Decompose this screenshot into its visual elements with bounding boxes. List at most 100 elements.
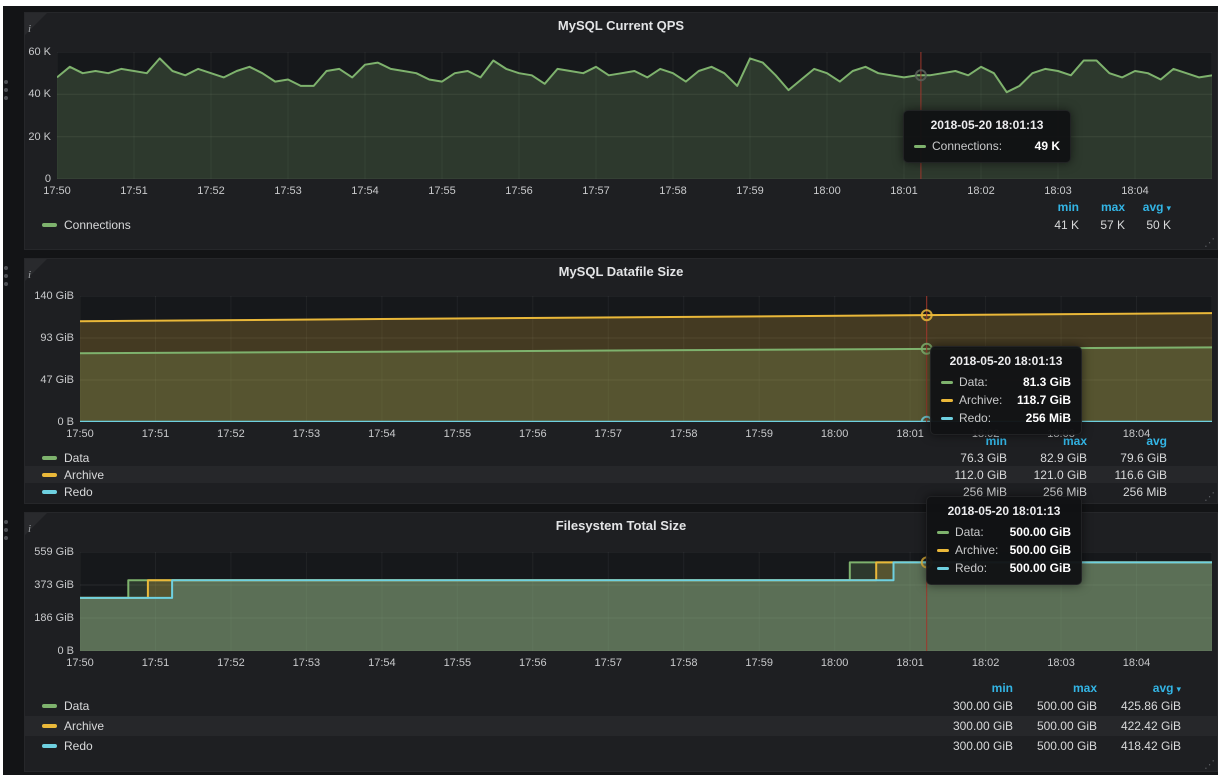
x-axis-tick-label: 17:57 xyxy=(571,184,621,198)
tooltip-series-value: 500.00 GiB xyxy=(1000,543,1071,557)
y-axis-tick-label: 186 GiB xyxy=(28,611,74,625)
x-axis-tick-label: 18:04 xyxy=(1112,427,1162,441)
legend-stat-value: 500.00 GiB xyxy=(1013,719,1097,733)
legend-series-name[interactable]: Redo xyxy=(64,485,93,499)
x-axis-tick-label: 17:52 xyxy=(186,184,236,198)
legend-series-name[interactable]: Connections xyxy=(64,218,131,232)
x-axis-tick-label: 17:59 xyxy=(734,656,784,670)
legend-stat-value: 500.00 GiB xyxy=(1013,699,1097,713)
tooltip-series-name: Archive: xyxy=(959,393,1002,407)
row-drag-handle[interactable] xyxy=(4,266,8,270)
row-drag-handle[interactable] xyxy=(4,520,8,524)
panel-title[interactable]: MySQL Datafile Size xyxy=(25,264,1217,279)
tooltip-series-name: Redo: xyxy=(955,561,987,575)
tooltip-series-color-dash xyxy=(914,145,926,148)
panel-title[interactable]: MySQL Current QPS xyxy=(25,18,1217,33)
legend-series-name[interactable]: Data xyxy=(64,451,89,465)
graph-tooltip: 2018-05-20 18:01:13 Data:500.00 GiBArchi… xyxy=(926,496,1082,585)
legend-series-color-dash[interactable] xyxy=(42,744,57,748)
tooltip-series-row: Data:81.3 GiB xyxy=(941,373,1071,391)
panel-resize-handle[interactable]: ⋰ xyxy=(1204,760,1215,771)
legend-stat-value: 300.00 GiB xyxy=(929,739,1013,753)
legend-sort-avg[interactable]: avg▾ xyxy=(1125,200,1171,214)
tooltip-timestamp: 2018-05-20 18:01:13 xyxy=(941,354,1071,368)
tooltip-rows: Connections:49 K xyxy=(914,137,1060,155)
tooltip-series-color-dash xyxy=(941,381,953,384)
legend-stat-value: 300.00 GiB xyxy=(929,699,1013,713)
legend-stat-value: 79.6 GiB xyxy=(1087,451,1167,465)
legend-sort-avg[interactable]: avg▾ xyxy=(1097,681,1181,695)
legend-series-color-dash[interactable] xyxy=(42,456,57,460)
y-axis-tick-label: 93 GiB xyxy=(28,331,74,345)
legend-series-color-dash[interactable] xyxy=(42,724,57,728)
grafana-dashboard: i MySQL Current QPS minmaxavg▾Connection… xyxy=(3,6,1218,775)
row-drag-handle[interactable] xyxy=(4,80,8,84)
tooltip-timestamp: 2018-05-20 18:01:13 xyxy=(914,118,1060,132)
x-axis-tick-label: 17:59 xyxy=(734,427,784,441)
legend-sort-min[interactable]: min xyxy=(929,681,1013,695)
tooltip-series-name: Connections: xyxy=(932,139,1002,153)
legend-series-color-dash[interactable] xyxy=(42,473,57,477)
legend-sort-max[interactable]: max xyxy=(1013,681,1097,695)
y-axis-tick-label: 60 K xyxy=(5,45,51,59)
tooltip-rows: Data:81.3 GiBArchive:118.7 GiBRedo:256 M… xyxy=(941,373,1071,427)
legend-stat-value: 500.00 GiB xyxy=(1013,739,1097,753)
x-axis-tick-label: 18:04 xyxy=(1112,656,1162,670)
x-axis-tick-label: 17:53 xyxy=(281,656,331,670)
x-axis-tick-label: 18:02 xyxy=(956,184,1006,198)
x-axis-tick-label: 17:53 xyxy=(263,184,313,198)
x-axis-tick-label: 17:52 xyxy=(206,656,256,670)
panel-resize-handle[interactable]: ⋰ xyxy=(1204,492,1215,503)
x-axis-tick-label: 17:51 xyxy=(130,427,180,441)
caret-down-icon: ▾ xyxy=(1166,203,1171,213)
x-axis-tick-label: 18:01 xyxy=(879,184,929,198)
x-axis-tick-label: 17:57 xyxy=(583,656,633,670)
x-axis-tick-label: 17:50 xyxy=(55,656,105,670)
tooltip-series-color-dash xyxy=(941,399,953,402)
y-axis-tick-label: 559 GiB xyxy=(28,545,74,559)
legend-stat-value: 121.0 GiB xyxy=(1007,468,1087,482)
tooltip-series-name: Data: xyxy=(959,375,988,389)
tooltip-series-row: Data:500.00 GiB xyxy=(937,523,1071,541)
y-axis-tick-label: 20 K xyxy=(5,130,51,144)
caret-down-icon: ▾ xyxy=(1176,684,1181,694)
legend-stat-value: 76.3 GiB xyxy=(927,451,1007,465)
x-axis-tick-label: 17:58 xyxy=(648,184,698,198)
legend-series-row: Connections41 K57 K50 K xyxy=(25,215,1217,235)
x-axis-tick-label: 18:01 xyxy=(885,427,935,441)
x-axis-tick-label: 18:01 xyxy=(885,656,935,670)
tooltip-series-value: 500.00 GiB xyxy=(1000,561,1071,575)
legend-series-name[interactable]: Archive xyxy=(64,468,104,482)
legend-series-row: Archive112.0 GiB121.0 GiB116.6 GiB xyxy=(25,466,1217,483)
x-axis-tick-label: 17:54 xyxy=(340,184,390,198)
tooltip-rows: Data:500.00 GiB Archive:500.00 GiB Redo: 50… xyxy=(937,523,1071,577)
tooltip-series-value: 256 MiB xyxy=(1016,411,1071,425)
tooltip-series-row: Redo:256 MiB xyxy=(941,409,1071,427)
legend-stat-value: 116.6 GiB xyxy=(1087,468,1167,482)
tooltip-series-name: Archive: xyxy=(955,543,998,557)
legend-series-name[interactable]: Archive xyxy=(64,719,104,733)
legend-series-color-dash[interactable] xyxy=(42,223,57,227)
tooltip-series-color-dash xyxy=(937,549,949,552)
legend-series-name[interactable]: Data xyxy=(64,699,89,713)
legend-series-color-dash[interactable] xyxy=(42,490,57,494)
x-axis-tick-label: 18:04 xyxy=(1110,184,1160,198)
legend-series-color-dash[interactable] xyxy=(42,704,57,708)
legend-sort-min[interactable]: min xyxy=(1033,200,1079,214)
x-axis-tick-label: 17:55 xyxy=(417,184,467,198)
x-axis-tick-label: 17:58 xyxy=(659,656,709,670)
graph-tooltip: 2018-05-20 18:01:13 Data:81.3 GiBArchive… xyxy=(930,346,1082,435)
x-axis-tick-label: 17:55 xyxy=(432,656,482,670)
legend-stat-value: 418.42 GiB xyxy=(1097,739,1181,753)
tooltip-series-row: Archive:118.7 GiB xyxy=(941,391,1071,409)
x-axis-tick-label: 17:56 xyxy=(508,427,558,441)
legend-sort-max[interactable]: max xyxy=(1079,200,1125,214)
panel-resize-handle[interactable]: ⋰ xyxy=(1204,238,1215,249)
tooltip-series-color-dash xyxy=(937,567,949,570)
x-axis-tick-label: 18:00 xyxy=(810,656,860,670)
legend-series-name[interactable]: Redo xyxy=(64,739,93,753)
y-axis-tick-label: 47 GiB xyxy=(28,373,74,387)
y-axis-tick-label: 140 GiB xyxy=(28,289,74,303)
legend-stats-header: minmaxavg▾ xyxy=(25,199,1217,215)
legend-stat-value: 82.9 GiB xyxy=(1007,451,1087,465)
